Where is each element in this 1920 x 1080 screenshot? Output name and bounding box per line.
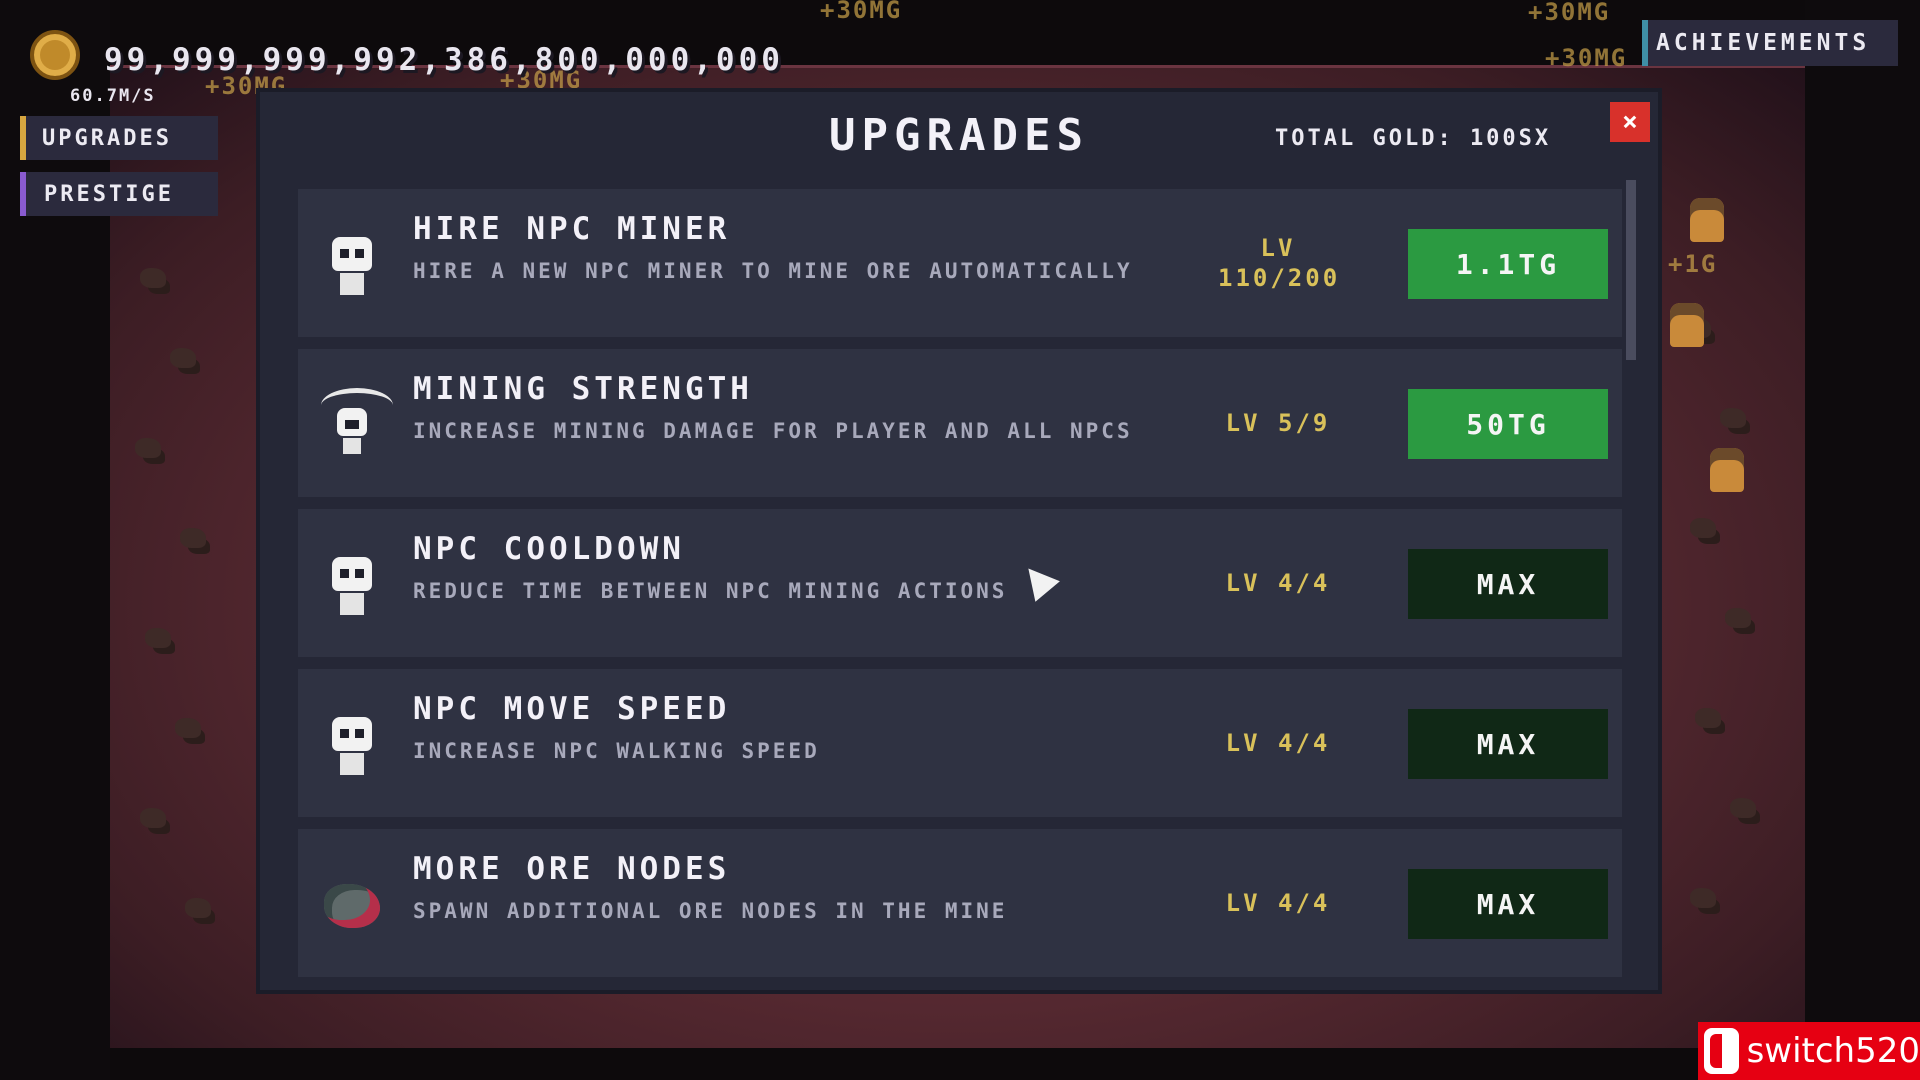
upgrades-button-label: UPGRADES — [42, 125, 172, 151]
gold-amount: 99,999,999,992,386,800,000,000 — [104, 42, 784, 78]
prestige-button-label: PRESTIGE — [44, 181, 174, 207]
gold-rate: 60.7M/S — [70, 86, 156, 106]
achievements-button-label: ACHIEVEMENTS — [1656, 30, 1871, 56]
gold-popup: +30MG — [1545, 44, 1628, 72]
prestige-button[interactable]: PRESTIGE — [20, 172, 218, 216]
npc-move-speed-max-button[interactable]: MAX — [1408, 709, 1608, 779]
npc-miner-sprite — [1670, 303, 1704, 347]
upgrade-row-npc-move-speed: NPC MOVE SPEED INCREASE NPC WALKING SPEE… — [298, 669, 1622, 817]
npc-miner-sprite — [1690, 198, 1724, 242]
upgrade-description: SPAWN ADDITIONAL ORE NODES IN THE MINE — [413, 899, 1008, 923]
upgrade-title: NPC MOVE SPEED — [413, 691, 731, 727]
ore-node-icon — [320, 871, 384, 941]
upgrade-level: LV 5/9 — [1225, 409, 1331, 437]
pickaxe-skull-icon — [320, 388, 393, 461]
ore-rock — [180, 528, 206, 548]
ore-rock — [140, 808, 166, 828]
upgrade-row-hire-npc-miner: HIRE NPC MINER HIRE A NEW NPC MINER TO M… — [298, 189, 1622, 337]
ore-rock — [1725, 608, 1751, 628]
upgrade-level: LV 4/4 — [1225, 569, 1331, 597]
ore-rock — [1730, 798, 1756, 818]
skull-npc-icon — [320, 551, 384, 621]
gold-popup: +30MG — [1528, 0, 1611, 26]
npc-cooldown-max-button[interactable]: MAX — [1408, 549, 1608, 619]
upgrade-title: HIRE NPC MINER — [413, 211, 731, 247]
ore-rock — [1690, 888, 1716, 908]
ore-rock — [1720, 408, 1746, 428]
more-ore-nodes-max-button[interactable]: MAX — [1408, 869, 1608, 939]
npc-miner-sprite — [1710, 448, 1744, 492]
scene-border-right — [1805, 0, 1920, 1080]
scrollbar-thumb[interactable] — [1626, 180, 1636, 360]
ore-rock — [1695, 708, 1721, 728]
upgrade-level: LV 4/4 — [1225, 889, 1331, 917]
upgrade-list: HIRE NPC MINER HIRE A NEW NPC MINER TO M… — [298, 189, 1622, 989]
ore-rock — [135, 438, 161, 458]
switch-logo-icon — [1704, 1028, 1739, 1074]
switch520-watermark: switch520 — [1698, 1022, 1920, 1080]
total-gold-label: TOTAL GOLD: 100SX — [1275, 126, 1552, 151]
upgrades-button[interactable]: UPGRADES — [20, 116, 218, 160]
ore-rock — [140, 268, 166, 288]
scene-border-left — [0, 0, 110, 1080]
upgrade-level: LV 110/200 — [1218, 234, 1341, 292]
gold-coin-icon — [30, 30, 80, 80]
buy-hire-npc-miner-button[interactable]: 1.1TG — [1408, 229, 1608, 299]
upgrades-modal: UPGRADES TOTAL GOLD: 100SX × HIRE NPC MI… — [260, 92, 1658, 990]
upgrade-title: MINING STRENGTH — [413, 371, 753, 407]
upgrade-title: NPC COOLDOWN — [413, 531, 685, 567]
upgrade-description: INCREASE MINING DAMAGE FOR PLAYER AND AL… — [413, 419, 1133, 443]
upgrade-title: MORE ORE NODES — [413, 851, 731, 887]
buy-mining-strength-button[interactable]: 50TG — [1408, 389, 1608, 459]
ore-rock — [145, 628, 171, 648]
ore-rock — [185, 898, 211, 918]
close-icon: × — [1622, 107, 1638, 137]
ore-rock — [170, 348, 196, 368]
ore-rock — [175, 718, 201, 738]
upgrade-row-npc-cooldown: NPC COOLDOWN REDUCE TIME BETWEEN NPC MIN… — [298, 509, 1622, 657]
upgrade-row-more-ore-nodes: MORE ORE NODES SPAWN ADDITIONAL ORE NODE… — [298, 829, 1622, 977]
upgrade-row-mining-strength: MINING STRENGTH INCREASE MINING DAMAGE F… — [298, 349, 1622, 497]
upgrade-description: HIRE A NEW NPC MINER TO MINE ORE AUTOMAT… — [413, 259, 1133, 283]
upgrade-level: LV 4/4 — [1225, 729, 1331, 757]
skull-npc-icon — [320, 231, 384, 301]
watermark-text: switch520 — [1746, 1031, 1920, 1071]
upgrade-description: INCREASE NPC WALKING SPEED — [413, 739, 820, 763]
achievements-button[interactable]: ACHIEVEMENTS — [1642, 20, 1898, 66]
ore-rock — [1690, 518, 1716, 538]
gold-popup: +1G — [1668, 250, 1718, 278]
skull-npc-icon — [320, 711, 384, 781]
close-button[interactable]: × — [1610, 102, 1650, 142]
gold-popup: +30MG — [820, 0, 903, 24]
